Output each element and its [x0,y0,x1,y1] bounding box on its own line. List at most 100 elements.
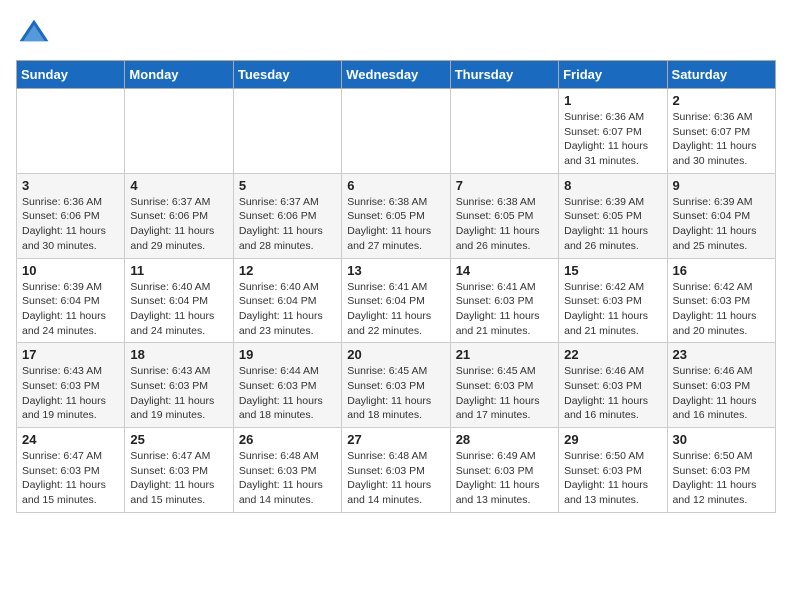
day-info: Sunrise: 6:42 AM Sunset: 6:03 PM Dayligh… [673,280,770,339]
calendar-cell: 22 Sunrise: 6:46 AM Sunset: 6:03 PM Dayli… [559,343,667,428]
calendar-cell: 14 Sunrise: 6:41 AM Sunset: 6:03 PM Dayli… [450,258,558,343]
day-info: Sunrise: 6:40 AM Sunset: 6:04 PM Dayligh… [130,280,227,339]
weekday-header: Thursday [450,61,558,89]
calendar-cell [17,89,125,174]
day-info: Sunrise: 6:37 AM Sunset: 6:06 PM Dayligh… [130,195,227,254]
calendar-cell: 17Sunrise: 6:43 AM Sunset: 6:03 PM Dayli… [17,343,125,428]
calendar-cell [233,89,341,174]
day-info: Sunrise: 6:46 AM Sunset: 6:03 PM Dayligh… [673,364,770,423]
calendar-cell: 16 Sunrise: 6:42 AM Sunset: 6:03 PM Dayli… [667,258,775,343]
day-number: 9 [673,178,770,193]
day-info: Sunrise: 6:45 AM Sunset: 6:03 PM Dayligh… [456,364,553,423]
day-info: Sunrise: 6:36 AM Sunset: 6:07 PM Dayligh… [673,110,770,169]
day-number: 28 [456,432,553,447]
calendar-week-row: 10Sunrise: 6:39 AM Sunset: 6:04 PM Dayli… [17,258,776,343]
calendar-week-row: 17Sunrise: 6:43 AM Sunset: 6:03 PM Dayli… [17,343,776,428]
day-number: 22 [564,347,661,362]
day-number: 29 [564,432,661,447]
weekday-header: Tuesday [233,61,341,89]
day-number: 27 [347,432,444,447]
calendar-cell: 30 Sunrise: 6:50 AM Sunset: 6:03 PM Dayli… [667,428,775,513]
weekday-header: Sunday [17,61,125,89]
calendar-cell: 3Sunrise: 6:36 AM Sunset: 6:06 PM Daylig… [17,173,125,258]
day-info: Sunrise: 6:42 AM Sunset: 6:03 PM Dayligh… [564,280,661,339]
calendar-cell: 25Sunrise: 6:47 AM Sunset: 6:03 PM Dayli… [125,428,233,513]
day-info: Sunrise: 6:40 AM Sunset: 6:04 PM Dayligh… [239,280,336,339]
day-number: 11 [130,263,227,278]
day-number: 16 [673,263,770,278]
calendar-cell: 5 Sunrise: 6:37 AM Sunset: 6:06 PM Daylig… [233,173,341,258]
day-info: Sunrise: 6:50 AM Sunset: 6:03 PM Dayligh… [564,449,661,508]
day-number: 1 [564,93,661,108]
calendar-header: SundayMondayTuesdayWednesdayThursdayFrid… [17,61,776,89]
day-info: Sunrise: 6:47 AM Sunset: 6:03 PM Dayligh… [130,449,227,508]
day-number: 2 [673,93,770,108]
day-info: Sunrise: 6:44 AM Sunset: 6:03 PM Dayligh… [239,364,336,423]
calendar-cell: 6 Sunrise: 6:38 AM Sunset: 6:05 PM Daylig… [342,173,450,258]
weekday-header: Saturday [667,61,775,89]
day-number: 18 [130,347,227,362]
day-number: 10 [22,263,119,278]
day-info: Sunrise: 6:36 AM Sunset: 6:07 PM Dayligh… [564,110,661,169]
calendar-cell: 12 Sunrise: 6:40 AM Sunset: 6:04 PM Dayli… [233,258,341,343]
day-number: 12 [239,263,336,278]
day-info: Sunrise: 6:37 AM Sunset: 6:06 PM Dayligh… [239,195,336,254]
calendar-cell: 2 Sunrise: 6:36 AM Sunset: 6:07 PM Daylig… [667,89,775,174]
calendar-cell [125,89,233,174]
day-info: Sunrise: 6:50 AM Sunset: 6:03 PM Dayligh… [673,449,770,508]
day-number: 6 [347,178,444,193]
day-number: 15 [564,263,661,278]
day-number: 20 [347,347,444,362]
calendar-cell: 10Sunrise: 6:39 AM Sunset: 6:04 PM Dayli… [17,258,125,343]
day-info: Sunrise: 6:41 AM Sunset: 6:04 PM Dayligh… [347,280,444,339]
day-info: Sunrise: 6:47 AM Sunset: 6:03 PM Dayligh… [22,449,119,508]
day-info: Sunrise: 6:48 AM Sunset: 6:03 PM Dayligh… [239,449,336,508]
calendar-cell [450,89,558,174]
calendar-cell: 13 Sunrise: 6:41 AM Sunset: 6:04 PM Dayli… [342,258,450,343]
calendar-cell: 9 Sunrise: 6:39 AM Sunset: 6:04 PM Daylig… [667,173,775,258]
calendar-cell: 15 Sunrise: 6:42 AM Sunset: 6:03 PM Dayli… [559,258,667,343]
calendar-body: 1 Sunrise: 6:36 AM Sunset: 6:07 PM Daylig… [17,89,776,513]
calendar-cell: 28Sunrise: 6:49 AM Sunset: 6:03 PM Dayli… [450,428,558,513]
calendar-table: SundayMondayTuesdayWednesdayThursdayFrid… [16,60,776,513]
day-info: Sunrise: 6:45 AM Sunset: 6:03 PM Dayligh… [347,364,444,423]
weekday-header: Monday [125,61,233,89]
day-info: Sunrise: 6:48 AM Sunset: 6:03 PM Dayligh… [347,449,444,508]
weekday-header: Wednesday [342,61,450,89]
day-info: Sunrise: 6:38 AM Sunset: 6:05 PM Dayligh… [456,195,553,254]
calendar-cell: 20 Sunrise: 6:45 AM Sunset: 6:03 PM Dayli… [342,343,450,428]
day-number: 17 [22,347,119,362]
calendar-cell [342,89,450,174]
calendar-cell: 19 Sunrise: 6:44 AM Sunset: 6:03 PM Dayli… [233,343,341,428]
calendar-cell: 1 Sunrise: 6:36 AM Sunset: 6:07 PM Daylig… [559,89,667,174]
day-info: Sunrise: 6:41 AM Sunset: 6:03 PM Dayligh… [456,280,553,339]
logo-icon [16,16,52,52]
calendar-cell: 24 Sunrise: 6:47 AM Sunset: 6:03 PM Dayli… [17,428,125,513]
day-number: 30 [673,432,770,447]
day-number: 24 [22,432,119,447]
calendar-cell: 29 Sunrise: 6:50 AM Sunset: 6:03 PM Dayli… [559,428,667,513]
day-number: 26 [239,432,336,447]
day-number: 21 [456,347,553,362]
calendar-cell: 11 Sunrise: 6:40 AM Sunset: 6:04 PM Dayli… [125,258,233,343]
weekday-header: Friday [559,61,667,89]
day-number: 19 [239,347,336,362]
day-info: Sunrise: 6:39 AM Sunset: 6:05 PM Dayligh… [564,195,661,254]
calendar-week-row: 3Sunrise: 6:36 AM Sunset: 6:06 PM Daylig… [17,173,776,258]
day-number: 8 [564,178,661,193]
day-info: Sunrise: 6:36 AM Sunset: 6:06 PM Dayligh… [22,195,119,254]
day-number: 13 [347,263,444,278]
calendar-cell: 27 Sunrise: 6:48 AM Sunset: 6:03 PM Dayli… [342,428,450,513]
calendar-cell: 7Sunrise: 6:38 AM Sunset: 6:05 PM Daylig… [450,173,558,258]
day-number: 5 [239,178,336,193]
day-number: 14 [456,263,553,278]
day-info: Sunrise: 6:46 AM Sunset: 6:03 PM Dayligh… [564,364,661,423]
calendar-cell: 26 Sunrise: 6:48 AM Sunset: 6:03 PM Dayli… [233,428,341,513]
page-header [16,16,776,52]
day-info: Sunrise: 6:39 AM Sunset: 6:04 PM Dayligh… [673,195,770,254]
calendar-week-row: 24 Sunrise: 6:47 AM Sunset: 6:03 PM Dayli… [17,428,776,513]
calendar-cell: 8 Sunrise: 6:39 AM Sunset: 6:05 PM Daylig… [559,173,667,258]
day-info: Sunrise: 6:38 AM Sunset: 6:05 PM Dayligh… [347,195,444,254]
calendar-cell: 18Sunrise: 6:43 AM Sunset: 6:03 PM Dayli… [125,343,233,428]
day-number: 23 [673,347,770,362]
